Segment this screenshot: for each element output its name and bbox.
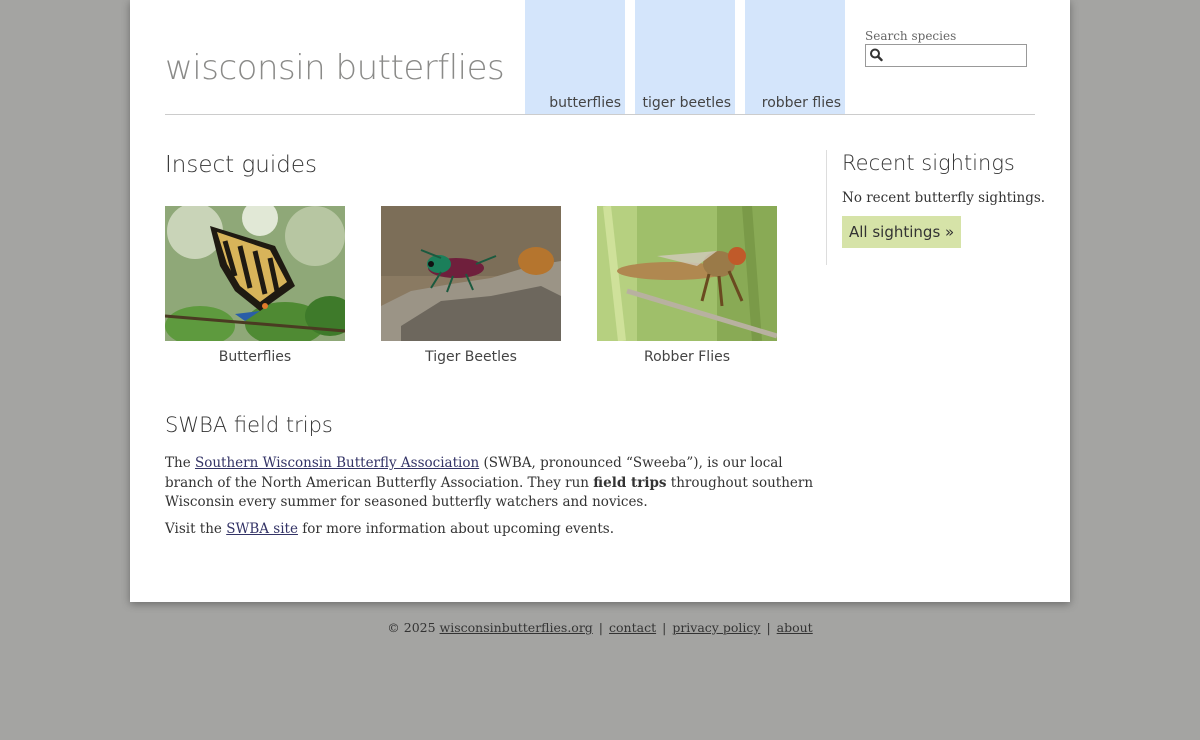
- nav-tab-label: butterflies: [549, 95, 621, 111]
- guide-card-tiger-beetles[interactable]: Tiger Beetles: [381, 206, 561, 365]
- text-segment: Visit the: [165, 520, 227, 537]
- footer-separator: |: [766, 620, 771, 635]
- nav-tab-tiger-beetles[interactable]: tiger beetles: [635, 0, 735, 114]
- footer-about-link[interactable]: about: [777, 620, 813, 635]
- site-title[interactable]: wisconsin butterflies: [165, 48, 505, 88]
- all-sightings-button[interactable]: All sightings »: [842, 216, 962, 248]
- header-divider: [165, 114, 1035, 115]
- field-trips-heading: SWBA field trips: [165, 413, 333, 437]
- field-trips-paragraph: The Southern Wisconsin Butterfly Associa…: [165, 454, 820, 513]
- text-segment: The: [165, 455, 195, 471]
- nav-tab-butterflies[interactable]: butterflies: [525, 0, 625, 114]
- guide-card-butterflies[interactable]: Butterflies: [165, 206, 345, 365]
- guide-caption[interactable]: Robber Flies: [597, 349, 777, 365]
- nav-tab-robber-flies[interactable]: robber flies: [745, 0, 845, 114]
- field-trips-emphasis: field trips: [593, 474, 667, 491]
- copyright-text: © 2025: [387, 620, 440, 635]
- footer-separator: |: [662, 620, 667, 635]
- swba-link[interactable]: Southern Wisconsin Butterfly Association: [195, 455, 479, 471]
- search-input[interactable]: [886, 46, 1024, 65]
- footer: © 2025 wisconsinbutterflies.org | contact |…: [0, 620, 1200, 635]
- swba-site-link[interactable]: SWBA site: [226, 521, 298, 537]
- nav-tab-label: tiger beetles: [642, 95, 731, 111]
- no-sightings-text: No recent butterfly sightings.: [842, 190, 1046, 206]
- text-segment: for more information about upcoming even…: [297, 520, 615, 537]
- tiger-beetle-photo[interactable]: [381, 206, 561, 341]
- search-box[interactable]: [865, 44, 1027, 67]
- field-trips-body: The Southern Wisconsin Butterfly Associa…: [165, 454, 820, 539]
- insect-guides-heading: Insect guides: [165, 152, 317, 178]
- search-label: Search species: [865, 29, 957, 43]
- page-container: wisconsin butterflies butterflies tiger …: [130, 0, 1070, 602]
- robber-fly-photo[interactable]: [597, 206, 777, 341]
- recent-sightings-heading: Recent sightings: [842, 151, 1015, 175]
- sidebar-divider: [826, 150, 827, 265]
- footer-separator: |: [598, 620, 604, 635]
- guide-caption[interactable]: Tiger Beetles: [381, 349, 561, 365]
- butterfly-photo[interactable]: [165, 206, 345, 341]
- footer-privacy-link[interactable]: privacy policy: [672, 620, 760, 635]
- guide-card-robber-flies[interactable]: Robber Flies: [597, 206, 777, 365]
- footer-site-link[interactable]: wisconsinbutterflies.org: [440, 620, 593, 635]
- nav-tab-label: robber flies: [761, 95, 841, 111]
- footer-contact-link[interactable]: contact: [609, 620, 656, 635]
- search-icon[interactable]: [869, 47, 883, 63]
- visit-paragraph: Visit the SWBA site for more information…: [165, 520, 820, 540]
- guide-caption[interactable]: Butterflies: [165, 349, 345, 365]
